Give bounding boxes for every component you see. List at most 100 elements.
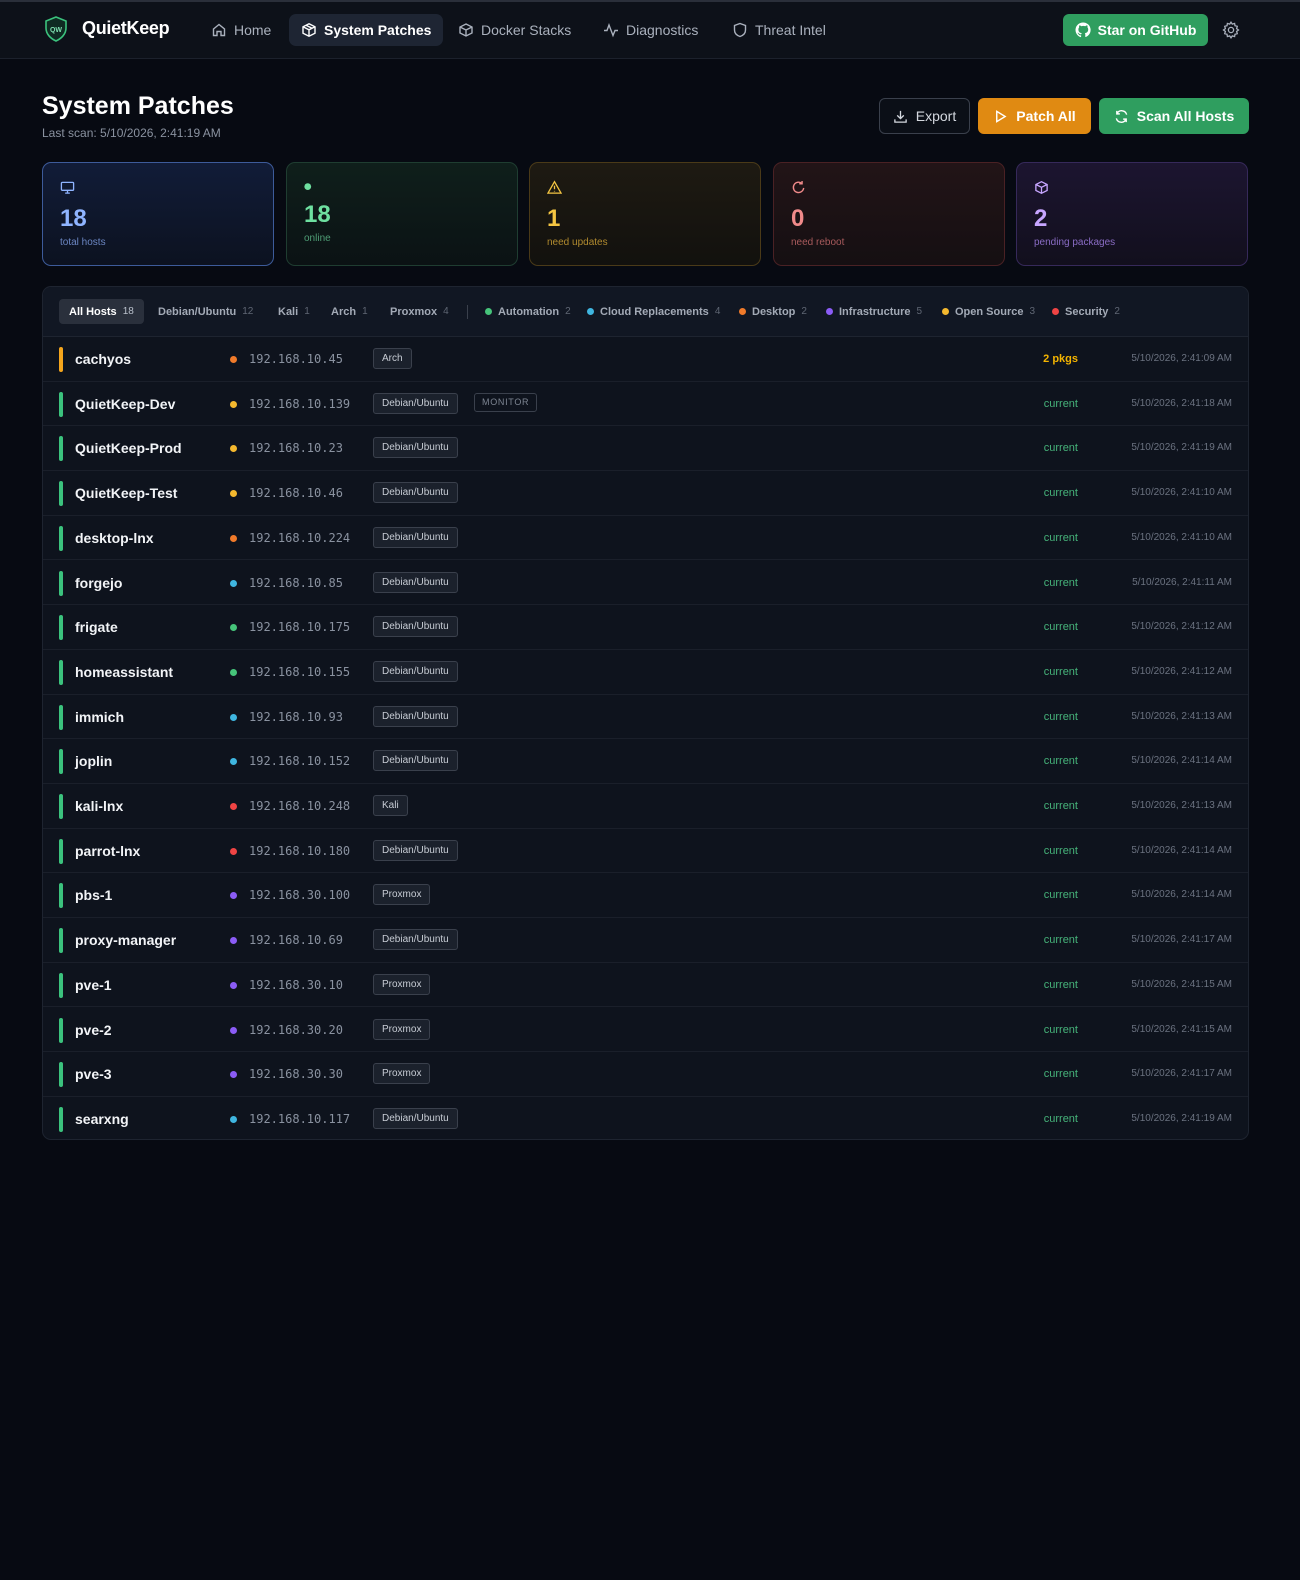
host-ip: 192.168.30.30	[249, 1067, 343, 1082]
table-row[interactable]: searxng 192.168.10.117 Debian/Ubuntu curren…	[43, 1097, 1248, 1139]
group-dot-icon	[230, 668, 237, 676]
stat-total-hosts[interactable]: 18 total hosts	[42, 162, 274, 266]
filter-label: Open Source	[955, 305, 1024, 318]
update-status: current	[1043, 621, 1078, 634]
update-status: current	[1043, 755, 1078, 768]
table-row[interactable]: forgejo 192.168.10.85 Debian/Ubuntu current…	[43, 561, 1248, 606]
nav-docker-stacks[interactable]: Docker Stacks	[446, 14, 583, 46]
os-badge: Debian/Ubuntu	[373, 929, 458, 951]
table-row[interactable]: kali-lnx 192.168.10.248 Kali current 5/10/20…	[43, 784, 1248, 829]
filter-all-hosts[interactable]: All Hosts 18	[59, 299, 144, 324]
host-name[interactable]: homeassistant	[75, 664, 173, 680]
host-name[interactable]: QuietKeep-Dev	[75, 396, 175, 412]
table-row[interactable]: pve-2 192.168.30.20 Proxmox current 5/10/202…	[43, 1008, 1248, 1053]
stat-online[interactable]: 18 online	[286, 162, 518, 266]
stat-total-hosts-value: 18	[60, 205, 87, 232]
status-bar	[59, 928, 63, 954]
table-row[interactable]: immich 192.168.10.93 Debian/Ubuntu current 5…	[43, 695, 1248, 740]
host-name[interactable]: searxng	[75, 1111, 129, 1127]
update-status: current	[1043, 889, 1078, 902]
table-row[interactable]: desktop-lnx 192.168.10.224 Debian/Ubuntu cu…	[43, 516, 1248, 561]
filter-kali[interactable]: Kali 1	[268, 299, 320, 324]
status-bar	[59, 794, 63, 819]
filter-count: 12	[242, 306, 254, 317]
host-name[interactable]: pve-2	[75, 1022, 112, 1038]
nav-system-patches[interactable]: System Patches	[289, 14, 444, 46]
stat-pending-packages-value: 2	[1034, 205, 1048, 232]
gear-icon[interactable]	[1222, 21, 1240, 39]
table-row[interactable]: pve-3 192.168.30.30 Proxmox current 5/10/202…	[43, 1052, 1248, 1097]
filter-group-automation[interactable]: Automation 2	[475, 299, 581, 324]
scan-all-hosts-button[interactable]: Scan All Hosts	[1099, 98, 1249, 134]
host-name[interactable]: forgejo	[75, 575, 122, 591]
host-name[interactable]: QuietKeep-Prod	[75, 440, 182, 456]
table-row[interactable]: homeassistant 192.168.10.155 Debian/Ubuntu…	[43, 650, 1248, 695]
brand-name[interactable]: QuietKeep	[82, 18, 170, 39]
filter-group-infrastructure[interactable]: Infrastructure 5	[816, 299, 932, 324]
host-name[interactable]: joplin	[75, 753, 112, 769]
last-checked-time: 5/10/2026, 2:41:09 AM	[1131, 353, 1232, 364]
filter-group-cloud-replacements[interactable]: Cloud Replacements 4	[577, 299, 730, 324]
host-ip: 192.168.10.152	[249, 754, 351, 769]
host-name[interactable]: pve-3	[75, 1066, 112, 1082]
filter-arch[interactable]: Arch 1	[321, 299, 378, 324]
github-icon	[1075, 22, 1091, 38]
filter-label: Desktop	[752, 305, 796, 318]
export-button[interactable]: Export	[879, 98, 970, 134]
host-name[interactable]: cachyos	[75, 351, 131, 367]
filter-debian-ubuntu[interactable]: Debian/Ubuntu 12	[148, 299, 263, 324]
host-name[interactable]: pbs-1	[75, 887, 112, 903]
host-name[interactable]: QuietKeep-Test	[75, 485, 177, 501]
star-on-github-button[interactable]: Star on GitHub	[1063, 14, 1208, 46]
last-checked-time: 5/10/2026, 2:41:15 AM	[1131, 1023, 1232, 1035]
host-name[interactable]: kali-lnx	[75, 798, 123, 814]
filter-count: 2	[801, 306, 807, 317]
host-ip: 192.168.10.248	[249, 799, 351, 813]
host-name[interactable]: parrot-lnx	[75, 843, 140, 859]
last-checked-time: 5/10/2026, 2:41:17 AM	[1131, 1068, 1232, 1080]
table-row[interactable]: pbs-1 192.168.30.100 Proxmox current 5/10/20…	[43, 873, 1248, 919]
filter-group-desktop[interactable]: Desktop 2	[729, 299, 817, 324]
table-row[interactable]: cachyos 192.168.10.45 Arch 2 pkgs 5/10/2026,…	[43, 337, 1248, 382]
os-badge: Debian/Ubuntu	[373, 392, 458, 414]
nav-threat-intel[interactable]: Threat Intel	[720, 14, 838, 46]
stat-pending-packages[interactable]: 2 pending packages	[1016, 162, 1248, 266]
table-row[interactable]: QuietKeep-Dev 192.168.10.139 Debian/Ubuntu…	[43, 382, 1248, 427]
host-ip: 192.168.10.155	[249, 664, 351, 679]
host-name[interactable]: pve-1	[75, 977, 112, 993]
os-badge: Debian/Ubuntu	[373, 1107, 458, 1129]
patch-all-button[interactable]: Patch All	[978, 98, 1091, 134]
filter-count: 4	[443, 306, 449, 317]
monitor-icon	[60, 181, 75, 194]
status-bar	[59, 1106, 63, 1132]
stat-need-reboot[interactable]: 0 need reboot	[773, 162, 1005, 266]
group-dot-icon	[739, 308, 746, 315]
hosts-panel: All Hosts 18 Debian/Ubuntu 12 Kali 1 Arc…	[42, 286, 1249, 1140]
table-row[interactable]: QuietKeep-Prod 192.168.10.23 Debian/Ubuntu…	[43, 426, 1248, 472]
table-row[interactable]: proxy-manager 192.168.10.69 Debian/Ubuntu c…	[43, 918, 1248, 963]
os-badge: Debian/Ubuntu	[373, 616, 458, 638]
host-name[interactable]: immich	[75, 709, 124, 725]
online-dot-icon	[304, 183, 312, 190]
table-row[interactable]: parrot-lnx 192.168.10.180 Debian/Ubuntu cur…	[43, 829, 1248, 874]
nav-diagnostics[interactable]: Diagnostics	[591, 14, 710, 46]
os-badge: Debian/Ubuntu	[373, 526, 458, 548]
table-row[interactable]: frigate 192.168.10.175 Debian/Ubuntu curren…	[43, 605, 1248, 650]
os-badge: Debian/Ubuntu	[373, 437, 458, 459]
host-name[interactable]: frigate	[75, 619, 118, 635]
host-name[interactable]: desktop-lnx	[75, 530, 154, 546]
table-row[interactable]: QuietKeep-Test 192.168.10.46 Debian/Ubuntu…	[43, 471, 1248, 516]
stat-need-updates[interactable]: 1 need updates	[529, 162, 761, 266]
filter-label: All Hosts	[69, 305, 117, 318]
update-status: current	[1043, 1023, 1078, 1036]
filter-group-open-source[interactable]: Open Source 3	[932, 299, 1045, 324]
scan-all-hosts-label: Scan All Hosts	[1136, 108, 1235, 124]
table-row[interactable]: joplin 192.168.10.152 Debian/Ubuntu current…	[43, 739, 1248, 784]
nav-home[interactable]: Home	[199, 14, 283, 46]
status-bar	[59, 347, 63, 372]
host-name[interactable]: proxy-manager	[75, 932, 176, 948]
filter-proxmox[interactable]: Proxmox 4	[380, 299, 459, 324]
filter-group-security[interactable]: Security 2	[1042, 299, 1130, 324]
table-row[interactable]: pve-1 192.168.30.10 Proxmox current 5/10/202…	[43, 963, 1248, 1008]
group-dot-icon	[230, 937, 237, 945]
